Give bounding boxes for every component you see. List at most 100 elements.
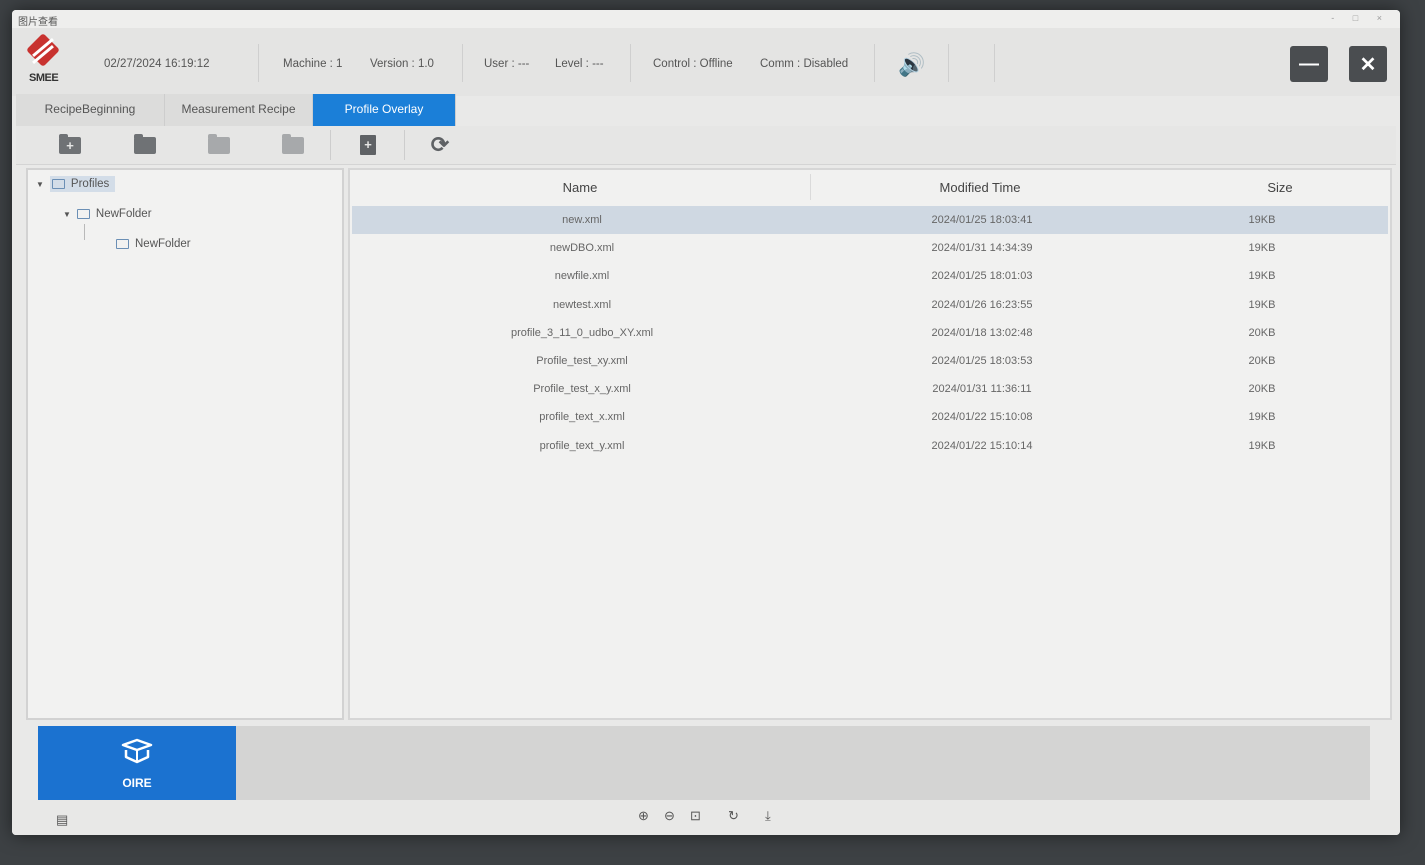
image-viewer-toolbar: ▤ ⊕ ⊖ ⊡ ↻ ⤓ xyxy=(12,800,1400,835)
modified-time-cell: 2024/01/25 18:03:53 xyxy=(931,355,1033,367)
modified-time-cell: 2024/01/22 15:10:14 xyxy=(931,439,1033,452)
header-divider xyxy=(948,44,949,82)
fit-icon[interactable]: ⊡ xyxy=(690,808,701,824)
file-size-cell: 19KB xyxy=(1248,214,1276,226)
table-row[interactable]: newtest.xml 2024/01/26 16:23:55 19KB xyxy=(352,291,1388,319)
tree-node-newfolder[interactable]: ▼ NewFolder xyxy=(63,208,152,220)
refresh-button[interactable]: ⟳ xyxy=(421,130,459,160)
window-title: 图片查看 xyxy=(18,17,58,28)
app-window: 图片查看 - □ × SMEE 02/27/2024 16:19:12 Mach… xyxy=(12,10,1400,835)
file-size-cell: 19KB xyxy=(1248,270,1276,283)
logo-text: SMEE xyxy=(29,72,59,84)
tab-measurement-recipe[interactable]: Measurement Recipe xyxy=(165,94,313,126)
table-row[interactable]: newDBO.xml 2024/01/31 14:34:39 19KB xyxy=(352,234,1388,262)
oire-button[interactable]: OIRE xyxy=(38,726,236,800)
logo-mark xyxy=(26,33,60,67)
modified-time-cell: 2024/01/22 15:10:08 xyxy=(931,411,1033,424)
tree-connector xyxy=(84,224,85,240)
file-name-cell: profile_text_x.xml xyxy=(539,411,625,424)
version-status: Version : 1.0 xyxy=(370,58,434,70)
header-divider xyxy=(462,44,463,82)
table-row[interactable]: new.xml 2024/01/25 18:03:41 19KB xyxy=(352,206,1388,234)
zoom-out-icon[interactable]: ⊖ xyxy=(664,808,675,824)
folder-icon xyxy=(51,179,65,189)
open-folder-icon xyxy=(134,133,156,154)
expand-icon[interactable]: ▼ xyxy=(63,210,71,219)
folder-icon xyxy=(208,133,230,154)
tab-recipe-beginning[interactable]: RecipeBeginning xyxy=(16,94,165,126)
control-status: Control : Offline xyxy=(653,58,733,70)
header-divider xyxy=(258,44,259,82)
level-status: Level : --- xyxy=(555,58,604,70)
column-header-name[interactable]: Name xyxy=(350,180,810,195)
datetime-display: 02/27/2024 16:19:12 xyxy=(104,58,210,70)
file-name-cell: profile_text_y.xml xyxy=(539,439,625,452)
file-list: Name Modified Time Size new.xml 2024/01/2… xyxy=(348,168,1392,720)
bottom-panel: OIRE xyxy=(38,726,1370,800)
new-file-button[interactable]: + xyxy=(349,130,387,160)
window-controls[interactable]: - □ × xyxy=(1331,13,1390,23)
header-divider xyxy=(994,44,995,82)
oire-label: OIRE xyxy=(122,776,152,790)
refresh-icon: ⟳ xyxy=(430,132,450,157)
table-row[interactable]: profile_text_y.xml 2024/01/22 15:10:14 19K… xyxy=(352,432,1388,460)
file-size-cell: 19KB xyxy=(1248,411,1276,424)
tree-label: NewFolder xyxy=(135,238,191,250)
download-icon[interactable]: ⤓ xyxy=(765,808,771,824)
expand-icon[interactable]: ▼ xyxy=(36,180,44,189)
toolbar-divider xyxy=(330,130,331,160)
folder-icon xyxy=(116,239,129,249)
delete-folder-icon xyxy=(282,133,304,154)
file-name-cell: new.xml xyxy=(562,214,602,226)
file-size-cell: 19KB xyxy=(1248,439,1276,452)
delete-folder-button[interactable] xyxy=(274,130,312,160)
new-folder-icon: + xyxy=(59,133,81,154)
folder-icon xyxy=(76,209,90,219)
window-titlebar: 图片查看 - □ × xyxy=(12,10,1400,28)
tree-node-newfolder-child[interactable]: NewFolder xyxy=(116,238,191,250)
speaker-icon[interactable]: 🔊 xyxy=(898,52,925,78)
header-divider xyxy=(874,44,875,82)
user-status: User : --- xyxy=(484,58,530,70)
header-divider xyxy=(630,44,631,82)
folder-tree: ▼ Profiles ▼ NewFolder NewFolder xyxy=(26,168,344,720)
tree-node-profiles[interactable]: ▼ Profiles xyxy=(36,176,116,192)
tree-label: NewFolder xyxy=(95,208,152,220)
machine-status: Machine : 1 xyxy=(283,58,343,70)
smee-logo: SMEE xyxy=(22,33,72,88)
file-size-cell: 20KB xyxy=(1248,355,1276,367)
column-header-size[interactable]: Size xyxy=(1230,180,1330,195)
toolbar: + + ⟳ xyxy=(16,126,1396,165)
modified-time-cell: 2024/01/25 18:01:03 xyxy=(931,270,1033,283)
new-folder-button[interactable]: + xyxy=(51,130,89,160)
modified-time-cell: 2024/01/31 14:34:39 xyxy=(931,242,1033,255)
folder-button[interactable] xyxy=(200,130,238,160)
modified-time-cell: 2024/01/18 13:02:48 xyxy=(931,326,1033,339)
modified-time-cell: 2024/01/25 18:03:41 xyxy=(931,214,1033,226)
rotate-icon[interactable]: ↻ xyxy=(728,808,739,824)
table-row[interactable]: profile_3_11_0_udbo_XY.xml 2024/01/18 13:… xyxy=(352,319,1388,347)
box-icon xyxy=(121,738,153,764)
table-row[interactable]: newfile.xml 2024/01/25 18:01:03 19KB xyxy=(352,262,1388,290)
modified-time-cell: 2024/01/26 16:23:55 xyxy=(931,298,1033,311)
minimize-button[interactable]: — xyxy=(1290,46,1328,82)
file-list-header: Name Modified Time Size xyxy=(350,170,1390,202)
tab-profile-overlay[interactable]: Profile Overlay xyxy=(313,94,456,126)
new-file-icon: + xyxy=(360,135,376,155)
file-name-cell: profile_3_11_0_udbo_XY.xml xyxy=(510,326,654,339)
file-size-cell: 19KB xyxy=(1248,242,1276,255)
table-row[interactable]: Profile_test_xy.xml 2024/01/25 18:03:53 20… xyxy=(352,347,1388,375)
table-row[interactable]: Profile_test_x_y.xml 2024/01/31 11:36:11 2… xyxy=(352,375,1388,403)
file-name-cell: newfile.xml xyxy=(554,270,610,283)
file-size-cell: 20KB xyxy=(1248,326,1276,339)
modified-time-cell: 2024/01/31 11:36:11 xyxy=(932,383,1032,396)
file-name-cell: Profile_test_xy.xml xyxy=(536,355,628,367)
zoom-in-icon[interactable]: ⊕ xyxy=(638,808,649,824)
close-button[interactable]: ✕ xyxy=(1349,46,1387,82)
open-folder-button[interactable] xyxy=(126,130,164,160)
table-row[interactable]: profile_text_x.xml 2024/01/22 15:10:08 19K… xyxy=(352,403,1388,431)
app-header: SMEE 02/27/2024 16:19:12 Machine : 1 Ver… xyxy=(12,28,1400,96)
panel-icon[interactable]: ▤ xyxy=(56,812,68,828)
column-header-modified[interactable]: Modified Time xyxy=(810,180,1150,195)
file-name-cell: Profile_test_x_y.xml xyxy=(533,383,631,396)
